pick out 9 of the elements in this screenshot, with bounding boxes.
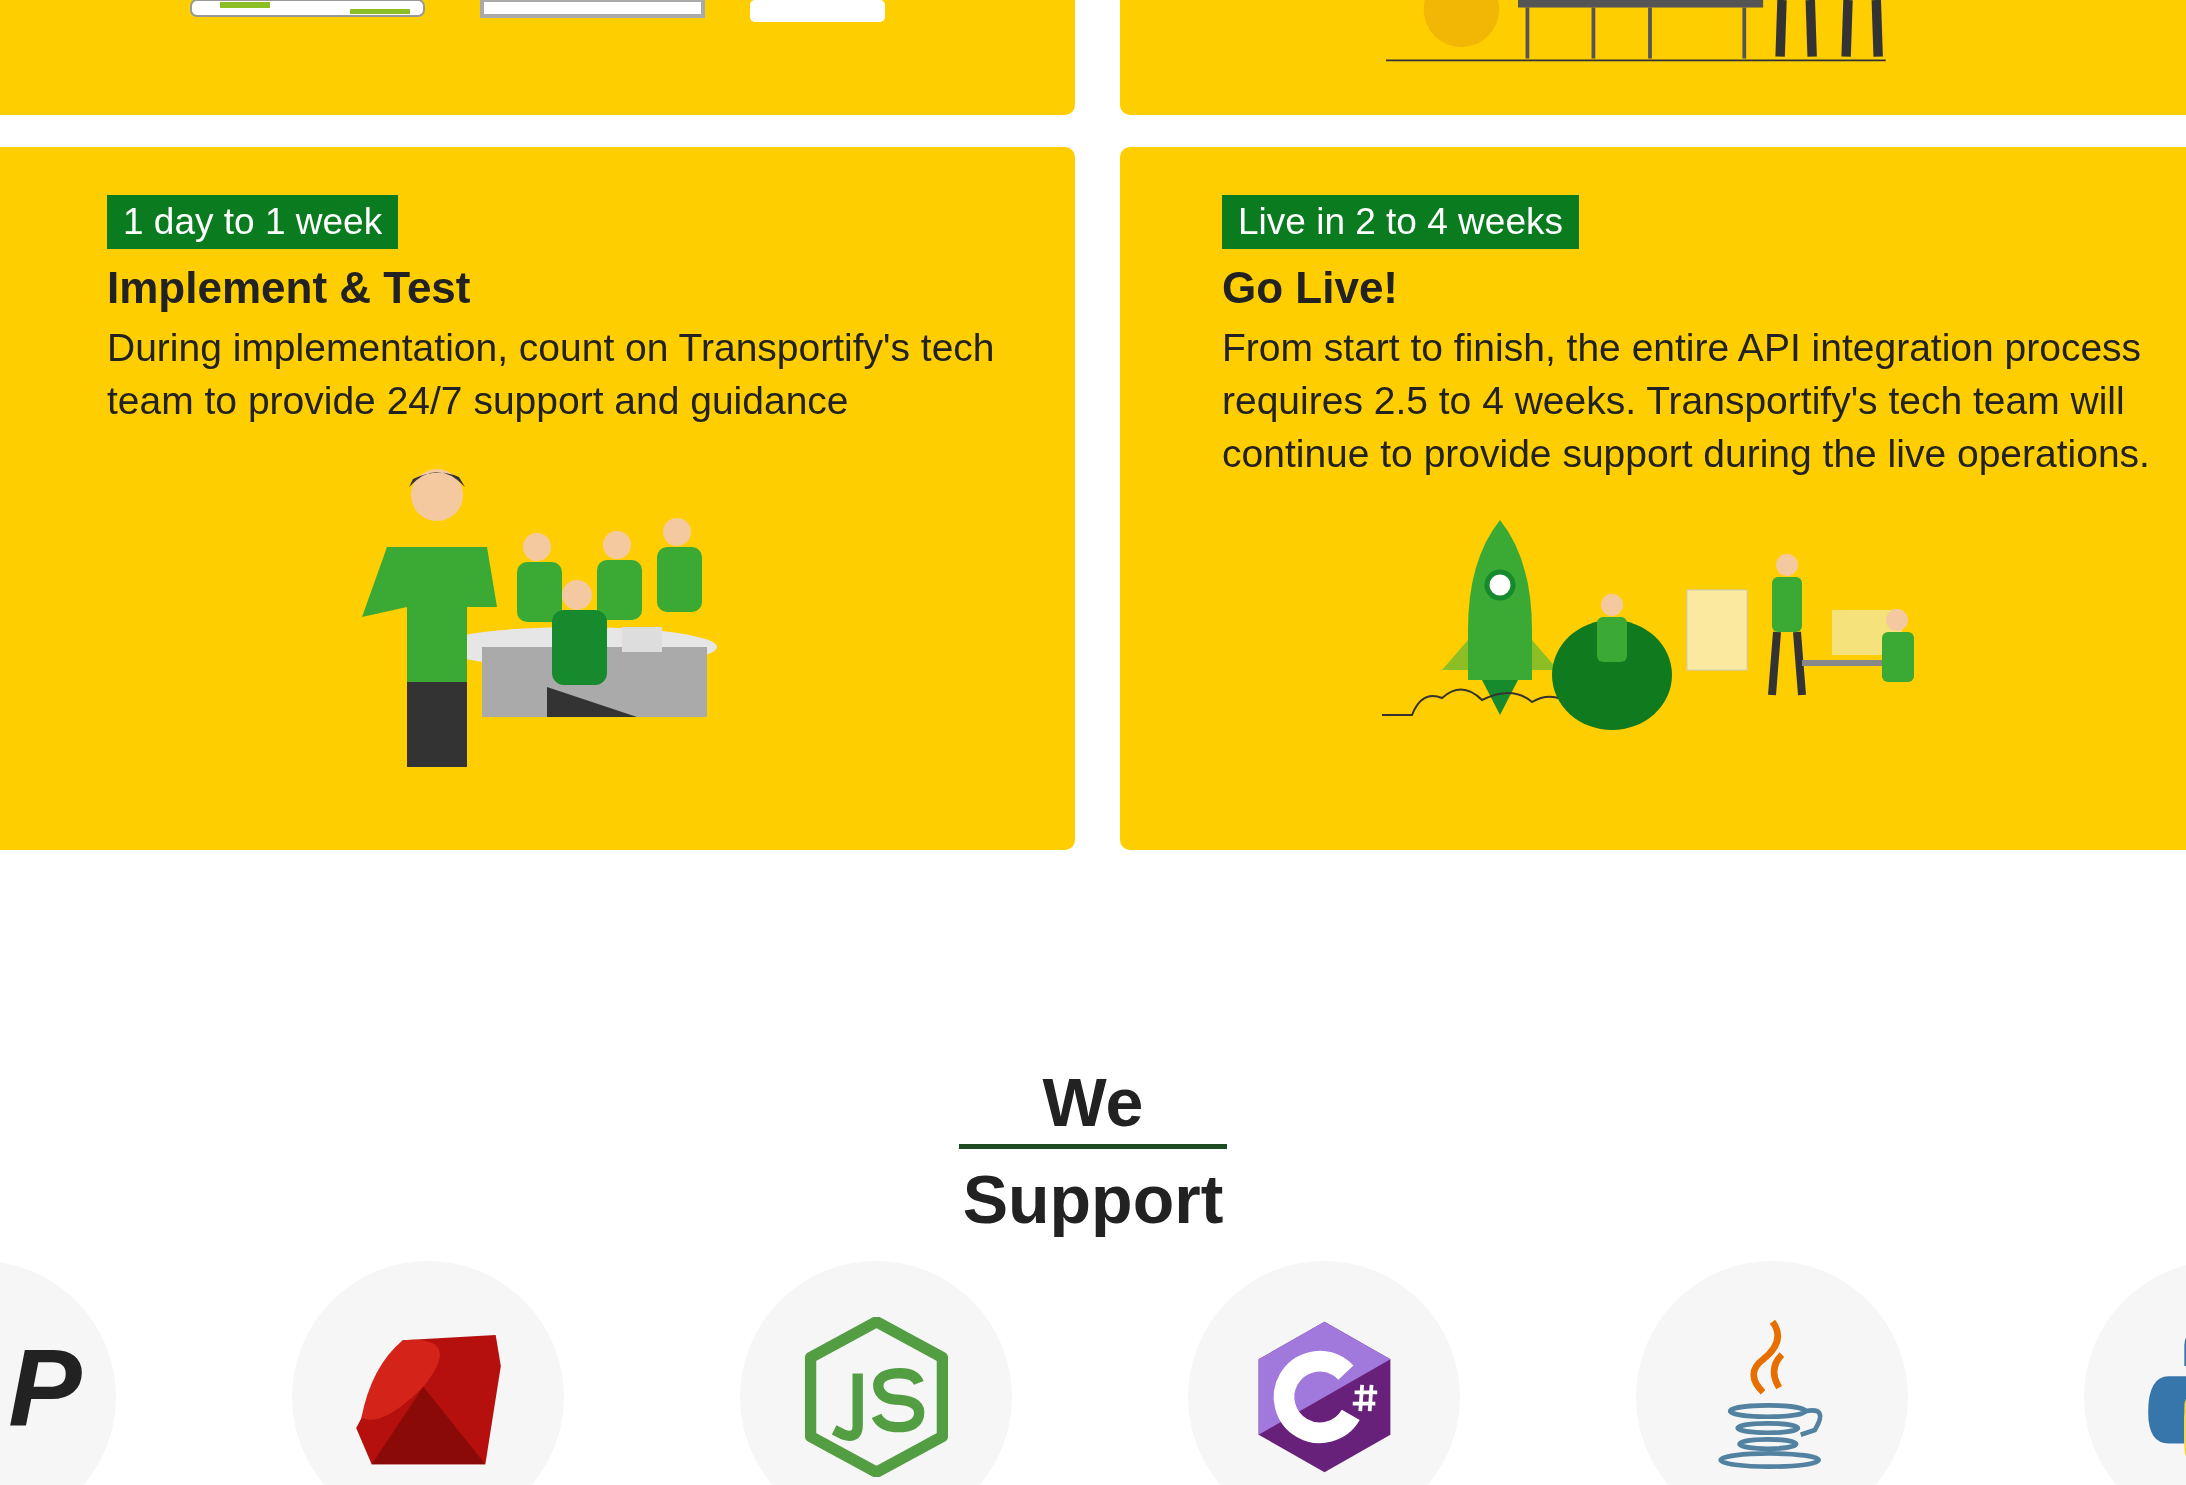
section-heading: Support: [962, 1160, 1224, 1239]
step-description: During implementation, count on Transportify's tech team to provide 24/7 support and guidance: [107, 325, 996, 424]
step-title: Implement & Test: [107, 263, 471, 313]
duration-badge: 1 day to 1 week: [107, 195, 399, 249]
duration-badge: Live in 2 to 4 weeks: [1222, 195, 1579, 249]
step-title: Go Live!: [1222, 263, 1399, 313]
php-logo: P: [8, 1324, 82, 1451]
section-heading: We: [1042, 1063, 1144, 1142]
step-description: From start to finish, the entire API integration process requires 2.5 to 4 weeks. Transportify's tech team will continue to provide support during the live operations.: [1222, 325, 2151, 477]
